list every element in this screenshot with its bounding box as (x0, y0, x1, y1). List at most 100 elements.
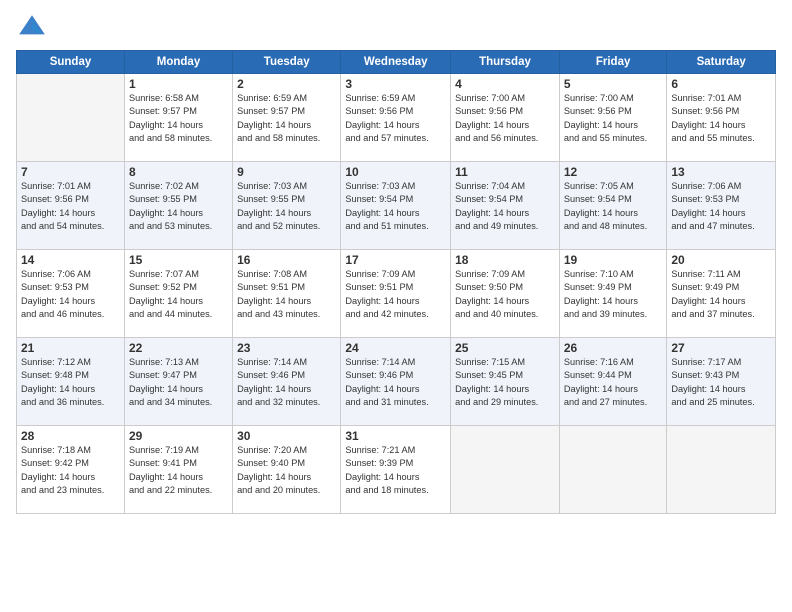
day-number: 14 (21, 253, 120, 267)
header-monday: Monday (124, 51, 232, 74)
day-number: 13 (671, 165, 771, 179)
day-number: 15 (129, 253, 228, 267)
calendar-cell-0-1: 1Sunrise: 6:58 AMSunset: 9:57 PMDaylight… (124, 74, 232, 162)
calendar-cell-2-2: 16Sunrise: 7:08 AMSunset: 9:51 PMDayligh… (233, 250, 341, 338)
day-number: 24 (345, 341, 446, 355)
day-number: 10 (345, 165, 446, 179)
day-info: Sunrise: 6:59 AMSunset: 9:57 PMDaylight:… (237, 92, 336, 145)
day-number: 4 (455, 77, 555, 91)
calendar-cell-3-3: 24Sunrise: 7:14 AMSunset: 9:46 PMDayligh… (341, 338, 451, 426)
logo (16, 12, 52, 44)
day-number: 22 (129, 341, 228, 355)
header-sunday: Sunday (17, 51, 125, 74)
calendar-cell-4-0: 28Sunrise: 7:18 AMSunset: 9:42 PMDayligh… (17, 426, 125, 514)
calendar-cell-1-6: 13Sunrise: 7:06 AMSunset: 9:53 PMDayligh… (667, 162, 776, 250)
day-number: 2 (237, 77, 336, 91)
day-number: 21 (21, 341, 120, 355)
day-number: 25 (455, 341, 555, 355)
day-number: 11 (455, 165, 555, 179)
calendar-cell-4-5 (559, 426, 666, 514)
day-info: Sunrise: 7:15 AMSunset: 9:45 PMDaylight:… (455, 356, 555, 409)
calendar-cell-4-3: 31Sunrise: 7:21 AMSunset: 9:39 PMDayligh… (341, 426, 451, 514)
day-number: 6 (671, 77, 771, 91)
day-number: 19 (564, 253, 662, 267)
page: SundayMondayTuesdayWednesdayThursdayFrid… (0, 0, 792, 612)
day-info: Sunrise: 7:09 AMSunset: 9:51 PMDaylight:… (345, 268, 446, 321)
day-number: 23 (237, 341, 336, 355)
day-number: 28 (21, 429, 120, 443)
day-info: Sunrise: 7:01 AMSunset: 9:56 PMDaylight:… (671, 92, 771, 145)
calendar-cell-0-3: 3Sunrise: 6:59 AMSunset: 9:56 PMDaylight… (341, 74, 451, 162)
day-number: 18 (455, 253, 555, 267)
calendar-week-2: 14Sunrise: 7:06 AMSunset: 9:53 PMDayligh… (17, 250, 776, 338)
day-number: 12 (564, 165, 662, 179)
day-info: Sunrise: 7:06 AMSunset: 9:53 PMDaylight:… (671, 180, 771, 233)
day-number: 20 (671, 253, 771, 267)
day-info: Sunrise: 7:05 AMSunset: 9:54 PMDaylight:… (564, 180, 662, 233)
calendar-week-3: 21Sunrise: 7:12 AMSunset: 9:48 PMDayligh… (17, 338, 776, 426)
calendar-cell-3-0: 21Sunrise: 7:12 AMSunset: 9:48 PMDayligh… (17, 338, 125, 426)
day-info: Sunrise: 7:02 AMSunset: 9:55 PMDaylight:… (129, 180, 228, 233)
day-info: Sunrise: 6:58 AMSunset: 9:57 PMDaylight:… (129, 92, 228, 145)
day-info: Sunrise: 7:00 AMSunset: 9:56 PMDaylight:… (564, 92, 662, 145)
day-info: Sunrise: 7:14 AMSunset: 9:46 PMDaylight:… (345, 356, 446, 409)
day-info: Sunrise: 7:13 AMSunset: 9:47 PMDaylight:… (129, 356, 228, 409)
day-info: Sunrise: 7:03 AMSunset: 9:55 PMDaylight:… (237, 180, 336, 233)
day-number: 26 (564, 341, 662, 355)
day-info: Sunrise: 7:16 AMSunset: 9:44 PMDaylight:… (564, 356, 662, 409)
day-info: Sunrise: 7:00 AMSunset: 9:56 PMDaylight:… (455, 92, 555, 145)
day-number: 30 (237, 429, 336, 443)
calendar-header-row: SundayMondayTuesdayWednesdayThursdayFrid… (17, 51, 776, 74)
day-info: Sunrise: 7:03 AMSunset: 9:54 PMDaylight:… (345, 180, 446, 233)
calendar-cell-3-2: 23Sunrise: 7:14 AMSunset: 9:46 PMDayligh… (233, 338, 341, 426)
day-info: Sunrise: 7:17 AMSunset: 9:43 PMDaylight:… (671, 356, 771, 409)
calendar-week-4: 28Sunrise: 7:18 AMSunset: 9:42 PMDayligh… (17, 426, 776, 514)
day-number: 8 (129, 165, 228, 179)
calendar-cell-3-5: 26Sunrise: 7:16 AMSunset: 9:44 PMDayligh… (559, 338, 666, 426)
calendar-cell-2-6: 20Sunrise: 7:11 AMSunset: 9:49 PMDayligh… (667, 250, 776, 338)
day-info: Sunrise: 7:08 AMSunset: 9:51 PMDaylight:… (237, 268, 336, 321)
calendar-cell-2-0: 14Sunrise: 7:06 AMSunset: 9:53 PMDayligh… (17, 250, 125, 338)
day-info: Sunrise: 6:59 AMSunset: 9:56 PMDaylight:… (345, 92, 446, 145)
day-number: 16 (237, 253, 336, 267)
calendar-cell-2-5: 19Sunrise: 7:10 AMSunset: 9:49 PMDayligh… (559, 250, 666, 338)
calendar-cell-0-2: 2Sunrise: 6:59 AMSunset: 9:57 PMDaylight… (233, 74, 341, 162)
calendar-cell-1-1: 8Sunrise: 7:02 AMSunset: 9:55 PMDaylight… (124, 162, 232, 250)
calendar-cell-3-4: 25Sunrise: 7:15 AMSunset: 9:45 PMDayligh… (451, 338, 560, 426)
calendar-cell-1-4: 11Sunrise: 7:04 AMSunset: 9:54 PMDayligh… (451, 162, 560, 250)
day-info: Sunrise: 7:09 AMSunset: 9:50 PMDaylight:… (455, 268, 555, 321)
calendar-cell-0-5: 5Sunrise: 7:00 AMSunset: 9:56 PMDaylight… (559, 74, 666, 162)
header-wednesday: Wednesday (341, 51, 451, 74)
logo-icon (16, 12, 48, 44)
calendar-cell-4-1: 29Sunrise: 7:19 AMSunset: 9:41 PMDayligh… (124, 426, 232, 514)
header-tuesday: Tuesday (233, 51, 341, 74)
calendar-cell-1-0: 7Sunrise: 7:01 AMSunset: 9:56 PMDaylight… (17, 162, 125, 250)
day-number: 31 (345, 429, 446, 443)
calendar-cell-0-4: 4Sunrise: 7:00 AMSunset: 9:56 PMDaylight… (451, 74, 560, 162)
calendar-cell-2-3: 17Sunrise: 7:09 AMSunset: 9:51 PMDayligh… (341, 250, 451, 338)
day-number: 17 (345, 253, 446, 267)
day-info: Sunrise: 7:20 AMSunset: 9:40 PMDaylight:… (237, 444, 336, 497)
calendar-cell-4-6 (667, 426, 776, 514)
calendar-cell-1-2: 9Sunrise: 7:03 AMSunset: 9:55 PMDaylight… (233, 162, 341, 250)
day-info: Sunrise: 7:01 AMSunset: 9:56 PMDaylight:… (21, 180, 120, 233)
day-info: Sunrise: 7:12 AMSunset: 9:48 PMDaylight:… (21, 356, 120, 409)
day-number: 5 (564, 77, 662, 91)
day-number: 1 (129, 77, 228, 91)
day-info: Sunrise: 7:10 AMSunset: 9:49 PMDaylight:… (564, 268, 662, 321)
calendar-cell-3-6: 27Sunrise: 7:17 AMSunset: 9:43 PMDayligh… (667, 338, 776, 426)
header-thursday: Thursday (451, 51, 560, 74)
calendar-cell-2-4: 18Sunrise: 7:09 AMSunset: 9:50 PMDayligh… (451, 250, 560, 338)
day-info: Sunrise: 7:06 AMSunset: 9:53 PMDaylight:… (21, 268, 120, 321)
calendar-week-0: 1Sunrise: 6:58 AMSunset: 9:57 PMDaylight… (17, 74, 776, 162)
header-friday: Friday (559, 51, 666, 74)
calendar-cell-2-1: 15Sunrise: 7:07 AMSunset: 9:52 PMDayligh… (124, 250, 232, 338)
day-info: Sunrise: 7:18 AMSunset: 9:42 PMDaylight:… (21, 444, 120, 497)
header (16, 12, 776, 44)
calendar-cell-4-4 (451, 426, 560, 514)
day-info: Sunrise: 7:14 AMSunset: 9:46 PMDaylight:… (237, 356, 336, 409)
calendar-cell-1-5: 12Sunrise: 7:05 AMSunset: 9:54 PMDayligh… (559, 162, 666, 250)
calendar-week-1: 7Sunrise: 7:01 AMSunset: 9:56 PMDaylight… (17, 162, 776, 250)
day-number: 3 (345, 77, 446, 91)
day-info: Sunrise: 7:21 AMSunset: 9:39 PMDaylight:… (345, 444, 446, 497)
